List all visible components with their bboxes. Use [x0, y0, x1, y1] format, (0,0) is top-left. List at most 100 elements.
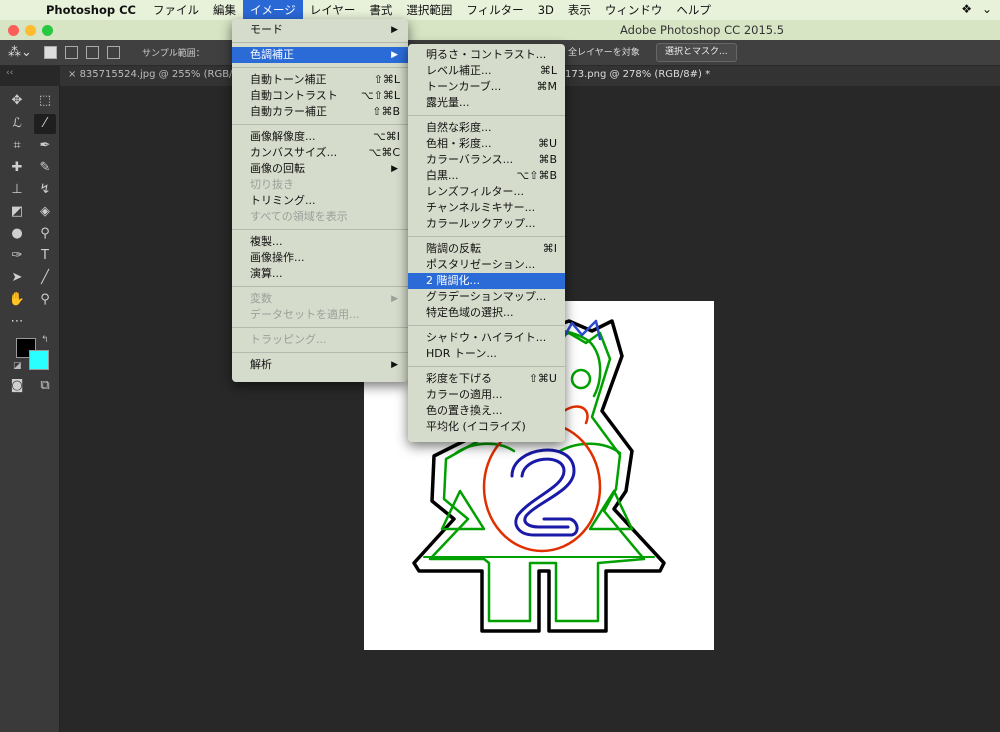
submenu-arrow-icon: ▶	[391, 360, 398, 370]
hand-tool-icon[interactable]: ✋	[6, 290, 28, 310]
subtract-selection-icon[interactable]	[86, 46, 99, 59]
minimize-window-button[interactable]	[25, 25, 36, 36]
adj-black-white[interactable]: 白黒... ⌥⇧⌘B	[408, 168, 565, 184]
image-menu-rotation[interactable]: 画像の回転 ▶	[232, 161, 408, 177]
chevron-down-icon[interactable]: ⌄	[982, 2, 992, 16]
zoom-window-button[interactable]	[42, 25, 53, 36]
dropbox-icon[interactable]: ❖	[961, 2, 972, 16]
eyedropper-tool-icon[interactable]: ✒	[34, 136, 56, 156]
image-menu-adjustments[interactable]: 色調補正 ▶	[232, 47, 408, 63]
image-size-label: 画像解像度...	[250, 130, 316, 143]
menu-3d[interactable]: 3D	[531, 0, 561, 20]
adj-gradient-map[interactable]: グラデーションマップ...	[408, 289, 565, 305]
path-selection-tool-icon[interactable]: ➤	[6, 268, 28, 288]
swap-colors-icon[interactable]: ↰	[41, 335, 49, 345]
brush-tool-icon[interactable]: ✎	[34, 158, 56, 178]
blur-tool-icon[interactable]: ●	[6, 224, 28, 244]
adj-selective-color[interactable]: 特定色域の選択...	[408, 305, 565, 321]
shortcut: ⌥⇧⌘B	[516, 169, 557, 182]
image-menu-mode[interactable]: モード ▶	[232, 22, 408, 38]
menu-view[interactable]: 表示	[561, 0, 598, 20]
menu-layer[interactable]: レイヤー	[303, 0, 363, 20]
line-tool-icon[interactable]: ╱	[34, 268, 56, 288]
desaturate-label: 彩度を下げる	[426, 372, 492, 385]
adj-brightness-contrast[interactable]: 明るさ・コントラスト...	[408, 47, 565, 63]
image-menu-calculations[interactable]: 演算...	[232, 266, 408, 282]
apply-image-label: 画像操作...	[250, 251, 305, 264]
adj-color-balance[interactable]: カラーバランス... ⌘B	[408, 152, 565, 168]
clone-stamp-tool-icon[interactable]: ⊥	[6, 180, 28, 200]
zoom-tool-icon[interactable]: ⚲	[34, 290, 56, 310]
menu-image[interactable]: イメージ	[242, 0, 303, 20]
image-menu-auto-tone[interactable]: 自動トーン補正 ⇧⌘L	[232, 72, 408, 88]
add-selection-icon[interactable]	[65, 46, 78, 59]
adj-color-lookup[interactable]: カラールックアップ...	[408, 216, 565, 232]
trim-label: トリミング...	[250, 194, 316, 207]
adj-hdr-toning[interactable]: HDR トーン...	[408, 346, 565, 362]
paint-bucket-tool-icon[interactable]: ◈	[34, 202, 56, 222]
menu-filter[interactable]: フィルター	[459, 0, 530, 20]
adj-levels[interactable]: レベル補正... ⌘L	[408, 63, 565, 79]
collapse-panel-icon[interactable]: ‹‹	[6, 68, 13, 78]
move-tool-icon[interactable]: ✥	[6, 91, 28, 111]
new-selection-icon[interactable]	[44, 46, 57, 59]
adj-threshold[interactable]: 2 階調化...	[408, 273, 565, 289]
magic-wand-preset-icon[interactable]: ⁂⌄	[0, 45, 40, 60]
app-name[interactable]: Photoshop CC	[44, 3, 146, 17]
adj-posterize[interactable]: ポスタリゼーション...	[408, 257, 565, 273]
submenu-arrow-icon: ▶	[391, 164, 398, 174]
marquee-tool-icon[interactable]: ⬚	[34, 91, 56, 111]
adj-shadows-highlights[interactable]: シャドウ・ハイライト...	[408, 330, 565, 346]
adj-hue-saturation[interactable]: 色相・彩度... ⌘U	[408, 136, 565, 152]
adj-vibrance[interactable]: 自然な彩度...	[408, 120, 565, 136]
menu-window[interactable]: ウィンドウ	[598, 0, 670, 20]
select-and-mask-button[interactable]: 選択とマスク...	[656, 43, 737, 62]
image-menu-trim[interactable]: トリミング...	[232, 193, 408, 209]
default-colors-icon[interactable]: ◪	[13, 361, 22, 371]
menu-select[interactable]: 選択範囲	[399, 0, 459, 20]
image-menu-apply-image[interactable]: 画像操作...	[232, 250, 408, 266]
menu-file[interactable]: ファイル	[146, 0, 206, 20]
document-tab-2[interactable]: 173.png @ 278% (RGB/8#) *	[565, 69, 710, 80]
adj-replace-color[interactable]: 色の置き換え...	[408, 403, 565, 419]
history-brush-tool-icon[interactable]: ↯	[34, 180, 56, 200]
adj-photo-filter[interactable]: レンズフィルター...	[408, 184, 565, 200]
background-color-swatch[interactable]	[29, 350, 49, 370]
adj-channel-mixer[interactable]: チャンネルミキサー...	[408, 200, 565, 216]
image-menu-analysis[interactable]: 解析 ▶	[232, 357, 408, 373]
trap-label: トラッピング...	[250, 333, 327, 346]
lasso-tool-icon[interactable]: ℒ	[6, 114, 28, 134]
crop-tool-icon[interactable]: ⌗	[6, 136, 28, 156]
adj-invert[interactable]: 階調の反転 ⌘I	[408, 241, 565, 257]
image-menu-canvas-size[interactable]: カンバスサイズ... ⌥⌘C	[232, 145, 408, 161]
close-window-button[interactable]	[8, 25, 19, 36]
adj-match-color[interactable]: カラーの適用...	[408, 387, 565, 403]
quick-mask-icon[interactable]: ◙	[6, 376, 28, 396]
eraser-tool-icon[interactable]: ◩	[6, 202, 28, 222]
screen-mode-icon[interactable]: ⧉	[34, 376, 56, 396]
magic-wand-tool-icon[interactable]: ⁄	[34, 114, 56, 134]
more-tools-icon[interactable]: ⋯	[6, 312, 28, 332]
adj-equalize[interactable]: 平均化 (イコライズ)	[408, 419, 565, 435]
image-menu-image-size[interactable]: 画像解像度... ⌥⌘I	[232, 129, 408, 145]
adj-curves[interactable]: トーンカーブ... ⌘M	[408, 79, 565, 95]
adj-exposure[interactable]: 露光量...	[408, 95, 565, 111]
menu-edit[interactable]: 編集	[206, 0, 243, 20]
all-layers-checkbox-label[interactable]: 全レイヤーを対象	[568, 45, 640, 58]
type-tool-icon[interactable]: T	[34, 246, 56, 266]
menu-help[interactable]: ヘルプ	[669, 0, 718, 20]
image-menu-auto-color[interactable]: 自動カラー補正 ⇧⌘B	[232, 104, 408, 120]
dodge-tool-icon[interactable]: ⚲	[34, 224, 56, 244]
adj-desaturate[interactable]: 彩度を下げる ⇧⌘U	[408, 371, 565, 387]
healing-brush-tool-icon[interactable]: ✚	[6, 158, 28, 178]
shortcut: ⌥⇧⌘L	[360, 89, 400, 102]
image-menu-duplicate[interactable]: 複製...	[232, 234, 408, 250]
shortcut: ⌘U	[537, 137, 557, 150]
document-tab-1[interactable]: × 835715524.jpg @ 255% (RGB/	[68, 69, 232, 80]
image-menu-auto-contrast[interactable]: 自動コントラスト ⌥⇧⌘L	[232, 88, 408, 104]
pen-tool-icon[interactable]: ✑	[6, 246, 28, 266]
window-title: Adobe Photoshop CC 2015.5	[620, 23, 785, 37]
submenu-arrow-icon: ▶	[391, 25, 398, 35]
intersect-selection-icon[interactable]	[107, 46, 120, 59]
menu-type[interactable]: 書式	[362, 0, 399, 20]
